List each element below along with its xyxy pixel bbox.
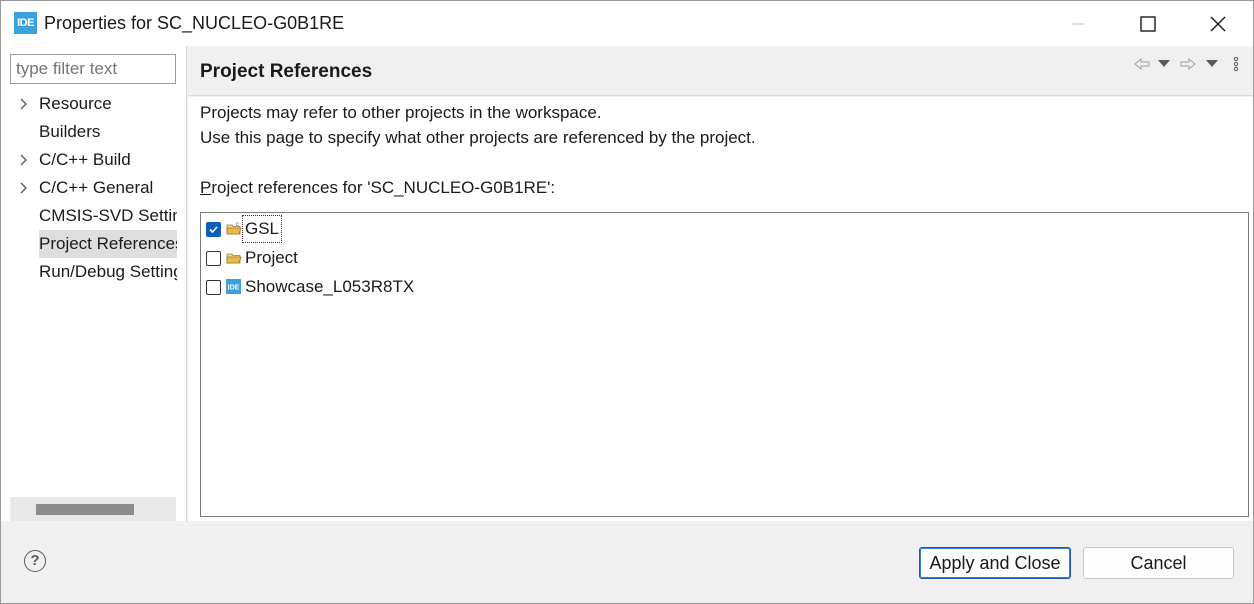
sidebar-item-label: C/C++ General (39, 178, 154, 197)
maximize-button[interactable] (1113, 1, 1183, 46)
ide-app-icon: IDE (14, 12, 37, 34)
sidebar-item-label: Builders (39, 122, 101, 141)
chevron-right-icon[interactable] (18, 182, 30, 194)
close-icon (1210, 16, 1226, 31)
title-bar[interactable]: IDE Properties for SC_NUCLEO-G0B1RE (1, 1, 1253, 46)
project-name: GSL (241, 215, 283, 243)
chevron-down-icon (1158, 60, 1170, 67)
sidebar-item-cpp-general[interactable]: C/C++ General (1, 174, 177, 202)
back-button[interactable] (1132, 56, 1152, 72)
check-icon (209, 226, 218, 234)
project-name: Project (245, 248, 298, 267)
svg-text:IDE: IDE (228, 285, 240, 292)
mnemonic-letter: P (200, 178, 212, 197)
ide-project-icon: IDE (226, 279, 241, 294)
maximize-icon (1140, 15, 1156, 32)
property-page-tree: Resource Builders C/C++ Build C/C++ Gene… (1, 90, 177, 286)
filter-input[interactable] (10, 54, 176, 84)
page-content: Projects may refer to other projects in … (188, 97, 1253, 521)
project-folder-icon (226, 253, 242, 264)
forward-arrow-icon (1180, 58, 1196, 70)
back-arrow-icon (1134, 58, 1150, 70)
references-label-text: roject references for 'SC_NUCLEO-G0B1RE'… (211, 178, 556, 197)
sidebar-item-label: Resource (39, 94, 112, 113)
forward-menu-button[interactable] (1202, 56, 1222, 72)
reference-checkbox[interactable] (206, 222, 221, 237)
help-icon[interactable]: ? (24, 550, 46, 572)
sidebar-item-label: CMSIS-SVD Settings (39, 206, 177, 225)
sidebar-item-label: Project References (39, 230, 177, 258)
description-line: Projects may refer to other projects in … (200, 103, 602, 122)
close-button[interactable] (1183, 1, 1253, 46)
minimize-button[interactable] (1043, 1, 1113, 46)
view-menu-button[interactable] (1226, 56, 1246, 72)
horizontal-scrollbar[interactable] (10, 497, 176, 521)
dialog-footer: ? Apply and Close Cancel (1, 521, 1253, 603)
sidebar-item-label: C/C++ Build (39, 150, 131, 169)
apply-and-close-button[interactable]: Apply and Close (919, 547, 1071, 579)
page-title: Project References (200, 61, 373, 82)
reference-checkbox[interactable] (206, 251, 221, 266)
c-project-folder-icon: c (226, 222, 242, 235)
properties-dialog: IDE Properties for SC_NUCLEO-G0B1RE Reso… (0, 0, 1254, 604)
chevron-right-icon[interactable] (18, 98, 30, 110)
window-title: Properties for SC_NUCLEO-G0B1RE (44, 13, 345, 33)
scrollbar-thumb[interactable] (36, 504, 134, 515)
description-line: Use this page to specify what other proj… (200, 128, 756, 147)
references-label: Project references for 'SC_NUCLEO-G0B1RE… (200, 178, 555, 198)
sidebar-item-label: Run/Debug Settings (39, 262, 177, 281)
sidebar-item-run-debug-settings[interactable]: Run/Debug Settings (1, 258, 177, 286)
project-name: Showcase_L053R8TX (245, 277, 415, 296)
property-page: Project References Projects may refer to… (188, 46, 1253, 521)
sidebar-item-builders[interactable]: Builders (1, 118, 177, 146)
page-header: Project References (188, 46, 1253, 96)
more-vertical-icon (1233, 56, 1239, 72)
sidebar-item-cpp-build[interactable]: C/C++ Build (1, 146, 177, 174)
project-references-list: c GSL Project IDE Showcase_L053R8TX (200, 212, 1249, 517)
sidebar-item-project-references[interactable]: Project References (1, 230, 177, 258)
sidebar: Resource Builders C/C++ Build C/C++ Gene… (1, 46, 187, 521)
back-menu-button[interactable] (1154, 56, 1174, 72)
chevron-right-icon[interactable] (18, 154, 30, 166)
forward-button[interactable] (1178, 56, 1198, 72)
svg-text:c: c (236, 222, 239, 228)
sidebar-item-resource[interactable]: Resource (1, 90, 177, 118)
chevron-down-icon (1206, 60, 1218, 67)
minimize-icon (1072, 22, 1084, 25)
cancel-button[interactable]: Cancel (1083, 547, 1234, 579)
sidebar-item-cmsis-svd-settings[interactable]: CMSIS-SVD Settings (1, 202, 177, 230)
reference-checkbox[interactable] (206, 280, 221, 295)
